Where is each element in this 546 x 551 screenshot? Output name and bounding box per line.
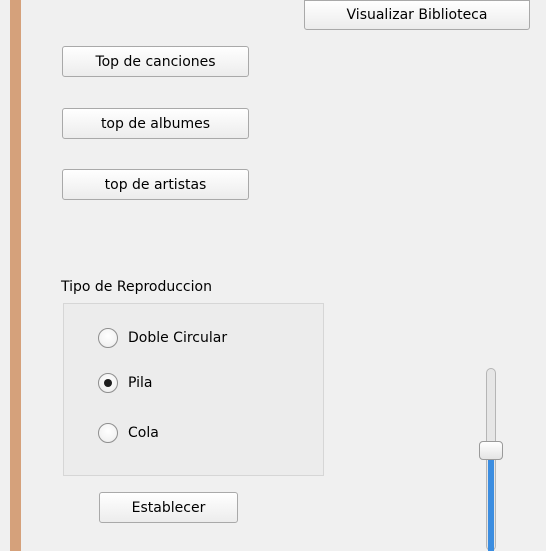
radio-circle-checked-icon[interactable] xyxy=(98,373,118,393)
radio-cola[interactable]: Cola xyxy=(98,423,159,443)
top-artistas-button[interactable]: top de artistas xyxy=(62,169,249,200)
side-panel-stripe xyxy=(10,0,21,551)
radio-dot-icon xyxy=(104,379,112,387)
radio-circle-icon[interactable] xyxy=(98,328,118,348)
radio-circle-icon[interactable] xyxy=(98,423,118,443)
radio-pila[interactable]: Pila xyxy=(98,373,153,393)
visualizar-biblioteca-button[interactable]: Visualizar Biblioteca xyxy=(304,0,530,30)
top-canciones-button[interactable]: Top de canciones xyxy=(62,46,249,77)
radio-label-pila: Pila xyxy=(128,375,153,391)
volume-slider-handle[interactable] xyxy=(479,441,503,460)
top-albumes-button[interactable]: top de albumes xyxy=(62,108,249,139)
establecer-button[interactable]: Establecer xyxy=(99,492,238,523)
radio-doble-circular[interactable]: Doble Circular xyxy=(98,328,227,348)
playback-type-label: Tipo de Reproduccion xyxy=(61,279,212,295)
radio-label-cola: Cola xyxy=(128,425,159,441)
radio-label-doble-circular: Doble Circular xyxy=(128,330,228,346)
volume-slider-fill xyxy=(488,455,494,551)
